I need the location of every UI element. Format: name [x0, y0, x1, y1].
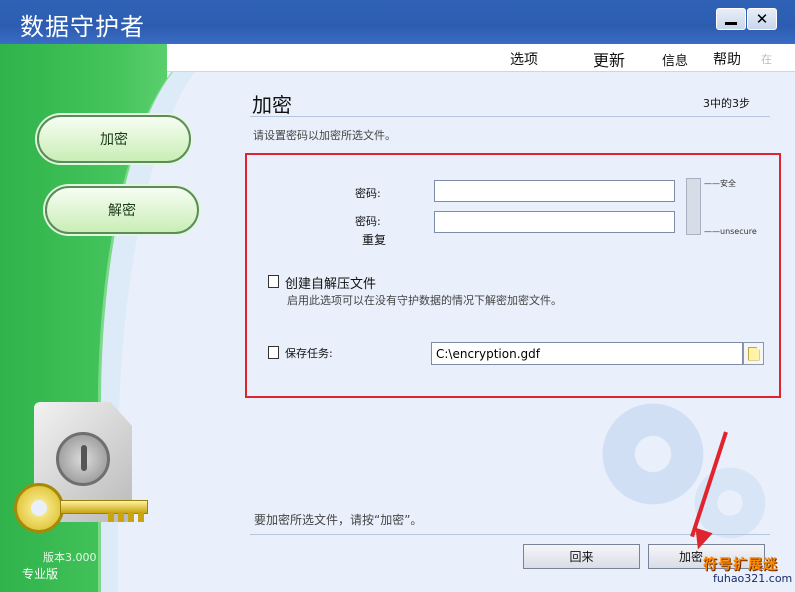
sfx-label[interactable]: 创建自解压文件: [285, 273, 376, 292]
browse-button[interactable]: [743, 342, 764, 365]
title-divider: [250, 116, 770, 117]
password-strength-meter: [686, 178, 701, 235]
sidebar-item-encrypt[interactable]: 加密: [37, 115, 191, 163]
version-label: 版本3.000: [43, 551, 97, 564]
password-repeat-field[interactable]: [434, 211, 675, 233]
watermark-text: 符号扩展迷: [703, 557, 778, 573]
save-task-label[interactable]: 保存任务:: [285, 345, 333, 361]
password-repeat-label-2: 重复: [362, 233, 387, 247]
password-field[interactable]: [434, 180, 675, 202]
password-repeat-label: 密码:: [355, 215, 381, 228]
page-subtitle: 请设置密码以加密所选文件。: [253, 129, 396, 142]
app-window: 数据守护者 ✕ 加密 解密 版本3.000 专业版 选项 更新 信息 帮助 在 …: [0, 0, 795, 592]
page-title: 加密: [252, 93, 292, 117]
title-bar: 数据守护者 ✕: [0, 0, 795, 44]
sfx-description: 启用此选项可以在没有守护数据的情况下解密加密文件。: [287, 294, 562, 307]
menu-update[interactable]: 更新: [593, 47, 625, 71]
save-task-checkbox[interactable]: [268, 346, 279, 359]
strength-safe-label: ——安全: [704, 179, 736, 188]
save-path-input[interactable]: [431, 342, 743, 365]
edition-label: 专业版: [22, 567, 59, 581]
menu-options[interactable]: 选项: [510, 49, 538, 69]
menu-info[interactable]: 信息: [662, 50, 688, 69]
minimize-icon: [725, 21, 737, 25]
close-button[interactable]: ✕: [747, 8, 777, 30]
password-label: 密码:: [355, 187, 381, 200]
menu-extra[interactable]: 在: [761, 51, 772, 67]
hint-text: 要加密所选文件，请按“加密”。: [254, 513, 423, 527]
folder-icon: [747, 346, 760, 361]
app-title: 数据守护者: [20, 13, 145, 41]
key-icon: [14, 483, 64, 533]
lock-dial-icon: [56, 432, 110, 486]
watermark-url: fuhao321.com: [713, 572, 793, 585]
sidebar-item-decrypt[interactable]: 解密: [45, 186, 199, 234]
step-indicator: 3中的3步: [703, 97, 750, 110]
menu-help[interactable]: 帮助: [713, 49, 741, 69]
minimize-button[interactable]: [716, 8, 746, 30]
strength-unsecure-label: ——unsecure: [704, 227, 757, 236]
back-button[interactable]: 回来: [523, 544, 640, 569]
close-icon: ✕: [755, 10, 769, 28]
key-teeth-icon: [108, 512, 148, 522]
menu-bar: 选项 更新 信息 帮助 在: [167, 44, 795, 72]
sfx-checkbox[interactable]: [268, 275, 279, 288]
